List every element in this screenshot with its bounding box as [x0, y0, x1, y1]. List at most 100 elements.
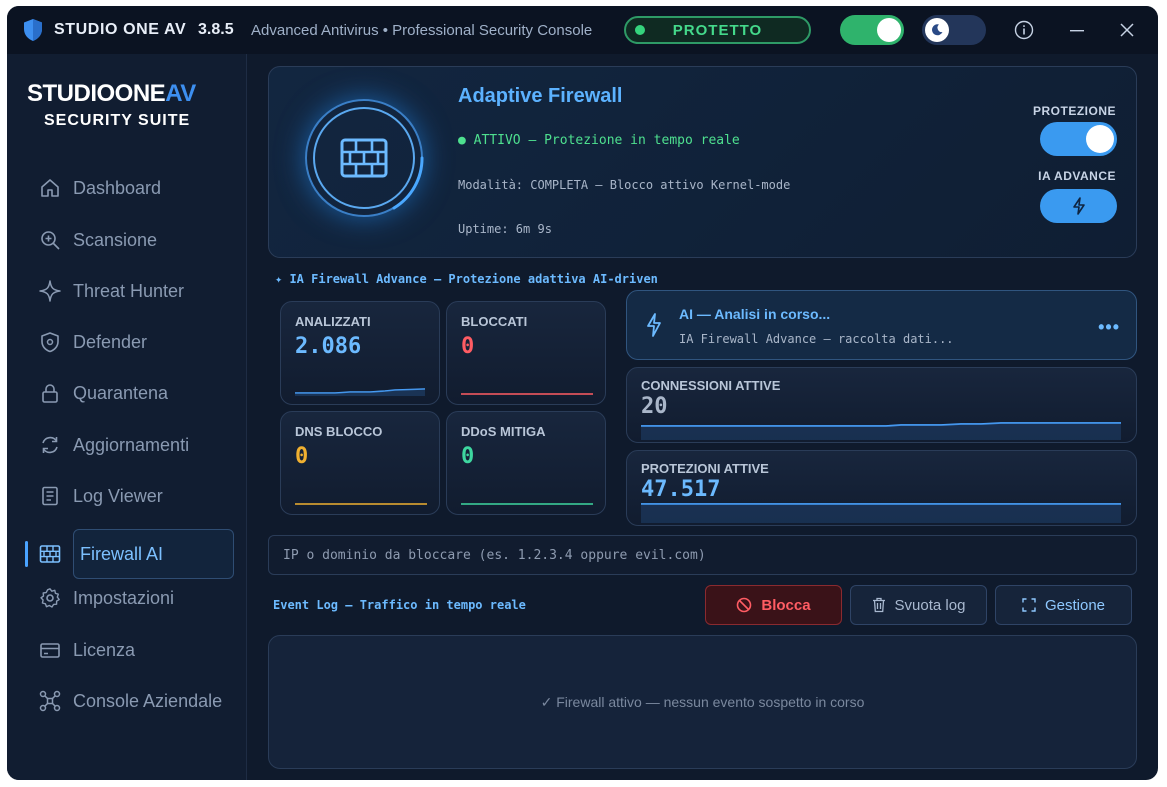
- status-dot-icon: [635, 25, 645, 35]
- stat-label: DNS BLOCCO: [295, 424, 383, 439]
- brand-logo: STUDIOONEAV: [27, 80, 196, 107]
- sidebar-item-aggiornamenti[interactable]: Aggiornamenti: [37, 425, 237, 465]
- sparkline: [461, 503, 593, 505]
- app-window: STUDIO ONE AV 3.8.5 Advanced Antivirus •…: [7, 6, 1158, 780]
- ban-icon: [736, 597, 752, 613]
- stat-label: DDoS MITIGA: [461, 424, 546, 439]
- home-icon: [37, 175, 63, 201]
- sidebar-item-scansione[interactable]: Scansione: [37, 220, 237, 260]
- card-icon: [37, 637, 63, 663]
- sidebar-item-impostazioni[interactable]: Impostazioni: [37, 578, 237, 618]
- close-button[interactable]: [1105, 14, 1149, 46]
- sidebar-item-label: Dashboard: [73, 177, 162, 198]
- protection-status-badge: PROTETTO: [624, 16, 811, 44]
- clear-log-button-label: Svuota log: [894, 596, 966, 614]
- firewall-brick-icon: [340, 138, 388, 178]
- sidebar-item-label: Impostazioni: [73, 587, 175, 608]
- firewall-protection-toggle[interactable]: [1040, 122, 1117, 156]
- stat-value: 0: [295, 444, 309, 469]
- stat-label: PROTEZIONI ATTIVE: [641, 461, 769, 476]
- sidebar-item-quarantena[interactable]: Quarantena: [37, 373, 237, 413]
- protection-label: PROTEZIONE: [1032, 104, 1116, 118]
- ai-analysis-title: AI — Analisi in corso...: [679, 306, 831, 322]
- minimize-button[interactable]: [1055, 14, 1099, 46]
- app-subtitle: Advanced Antivirus • Professional Securi…: [251, 22, 593, 39]
- block-button[interactable]: Blocca: [705, 585, 842, 625]
- sidebar: STUDIOONEAV SECURITY SUITE Dashboard Sca…: [7, 54, 247, 780]
- sidebar-item-label: Aggiornamenti: [73, 434, 190, 455]
- stat-label: BLOCCATI: [461, 314, 528, 329]
- sidebar-item-label: Quarantena: [73, 382, 169, 403]
- sidebar-item-defender[interactable]: Defender: [37, 322, 237, 362]
- connections-sparkline: [641, 422, 1121, 440]
- ia-advance-button[interactable]: [1040, 189, 1117, 223]
- ai-more-icon[interactable]: •••: [1098, 317, 1120, 338]
- stat-value: 2.086: [295, 334, 362, 359]
- lock-icon: [37, 380, 63, 406]
- stat-label: ANALIZZATI: [295, 314, 371, 329]
- sparkline: [295, 503, 427, 505]
- refresh-icon: [37, 432, 63, 458]
- manage-button[interactable]: Gestione: [995, 585, 1132, 625]
- sidebar-item-label: Threat Hunter: [73, 280, 185, 301]
- clear-log-button[interactable]: Svuota log: [850, 585, 987, 625]
- app-name: STUDIO ONE AV: [54, 21, 187, 38]
- event-log-panel: ✓ Firewall attivo — nessun evento sospet…: [268, 635, 1137, 769]
- title-bar: STUDIO ONE AV 3.8.5 Advanced Antivirus •…: [7, 6, 1158, 54]
- block-target-input[interactable]: [268, 535, 1137, 575]
- ai-analysis-subtitle: IA Firewall Advance — raccolta dati...: [679, 332, 954, 346]
- sidebar-item-licenza[interactable]: Licenza: [37, 630, 237, 670]
- stat-value: 0: [461, 334, 475, 359]
- firewall-active-status: ● ATTIVO — Protezione in tempo reale: [458, 133, 740, 148]
- firewall-title: Adaptive Firewall: [458, 85, 623, 107]
- trash-icon: [872, 597, 886, 613]
- shield-logo-icon: [24, 19, 42, 41]
- sparkle-icon: [37, 278, 63, 304]
- toggle-knob: [1086, 125, 1114, 153]
- sidebar-item-threat-hunter[interactable]: Threat Hunter: [37, 271, 237, 311]
- sparkline: [295, 388, 426, 396]
- sidebar-item-label: Log Viewer: [73, 485, 163, 506]
- protections-sparkline: [641, 503, 1121, 523]
- toggle-knob: [877, 18, 901, 42]
- moon-icon: [925, 18, 949, 42]
- sidebar-item-label: Scansione: [73, 229, 158, 250]
- sidebar-item-console-aziendale[interactable]: Console Aziendale: [37, 681, 237, 721]
- stat-label: CONNESSIONI ATTIVE: [641, 378, 781, 393]
- block-button-label: Blocca: [761, 596, 811, 614]
- info-button[interactable]: [1002, 14, 1046, 46]
- event-log-empty-message: ✓ Firewall attivo — nessun evento sospet…: [540, 694, 865, 710]
- sidebar-item-label: Console Aziendale: [73, 690, 223, 711]
- sidebar-item-log-viewer[interactable]: Log Viewer: [37, 476, 237, 516]
- sparkline: [461, 393, 593, 395]
- lightning-icon: [1072, 197, 1085, 215]
- sidebar-item-firewall-ai[interactable]: Firewall AI: [73, 529, 234, 579]
- protection-toggle[interactable]: [840, 15, 904, 45]
- sidebar-item-label: Firewall AI: [80, 543, 164, 564]
- firewall-hero-card: Adaptive Firewall ● ATTIVO — Protezione …: [268, 66, 1137, 258]
- ia-firewall-caption: ✦ IA Firewall Advance — Protezione adatt…: [275, 272, 658, 286]
- stat-value: 0: [461, 444, 475, 469]
- active-protections-card: PROTEZIONI ATTIVE 47.517: [626, 450, 1137, 526]
- info-icon: [1014, 20, 1034, 40]
- stat-card-analyzed: ANALIZZATI 2.086: [280, 301, 440, 405]
- stat-card-dns: DNS BLOCCO 0: [280, 411, 440, 515]
- protection-status-label: PROTETTO: [672, 21, 763, 39]
- expand-icon: [1022, 598, 1036, 612]
- app-version: 3.8.5: [198, 21, 234, 38]
- sidebar-item-dashboard[interactable]: Dashboard: [37, 168, 237, 208]
- close-icon: [1120, 23, 1134, 37]
- network-icon: [37, 688, 63, 714]
- search-icon: [37, 227, 63, 253]
- theme-toggle[interactable]: [922, 15, 986, 45]
- manage-button-label: Gestione: [1044, 596, 1106, 614]
- brand-tagline: SECURITY SUITE: [44, 112, 191, 129]
- active-indicator: [25, 541, 28, 567]
- active-connections-card: CONNESSIONI ATTIVE 20: [626, 367, 1137, 443]
- document-icon: [37, 483, 63, 509]
- sidebar-item-label: Defender: [73, 331, 148, 352]
- minimize-icon: [1070, 30, 1084, 32]
- ai-analysis-card: AI — Analisi in corso... IA Firewall Adv…: [626, 290, 1137, 360]
- shield-icon: [37, 329, 63, 355]
- firewall-uptime: Uptime: 6m 9s: [458, 222, 552, 236]
